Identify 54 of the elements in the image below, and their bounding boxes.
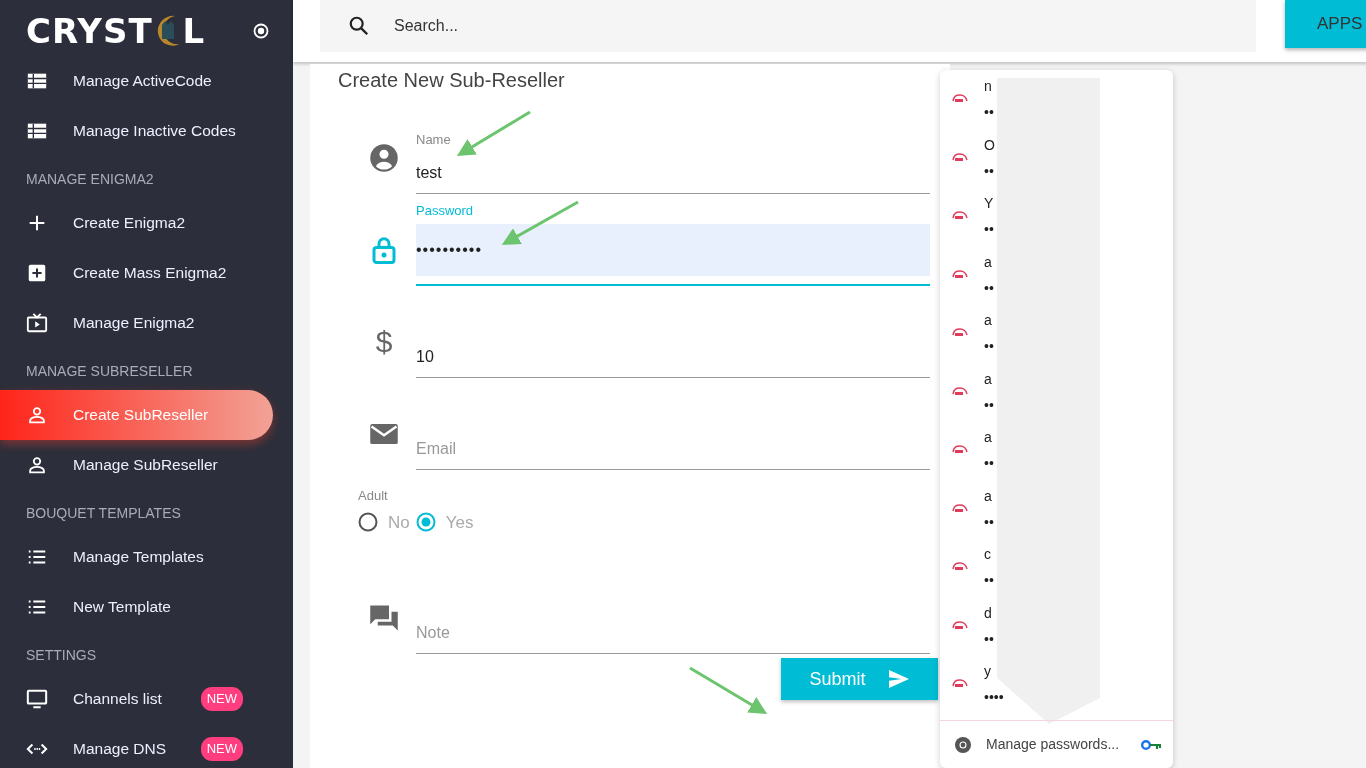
- key-icon: [1141, 738, 1164, 751]
- search-field[interactable]: Search...: [320, 0, 1256, 52]
- person-icon: [26, 454, 48, 476]
- radio-button[interactable]: [415, 512, 436, 533]
- section-heading: SETTINGS: [25, 646, 97, 665]
- site-favicon-icon: [952, 502, 968, 515]
- sidebar-item[interactable]: Manage ActiveCode: [0, 56, 273, 106]
- site-favicon-icon: [952, 268, 968, 281]
- sidebar-item[interactable]: Manage SubReseller: [0, 440, 273, 490]
- password-suggestion[interactable]: y ••••: [940, 655, 1173, 714]
- site-favicon-icon: [952, 151, 968, 164]
- apps-button[interactable]: APPS: [1285, 0, 1366, 48]
- person-icon: [26, 404, 48, 426]
- send-icon: [887, 669, 910, 689]
- section-heading: MANAGE SUBRESELLER: [25, 362, 194, 381]
- section-heading: BOUQUET TEMPLATES: [25, 504, 182, 523]
- sidebar-item[interactable]: New Template: [0, 582, 273, 632]
- new-badge: NEW: [200, 737, 243, 761]
- sidebar-item[interactable]: Manage Enigma2: [0, 298, 273, 348]
- input-field[interactable]: test: [416, 153, 930, 185]
- input-field[interactable]: ••••••••••: [416, 224, 930, 276]
- sidebar-item[interactable]: Create Mass Enigma2: [0, 248, 273, 298]
- input-field[interactable]: Email: [416, 429, 930, 461]
- search-icon: [348, 15, 370, 37]
- dollar-icon: $: [375, 326, 393, 358]
- input-field[interactable]: Note: [416, 613, 930, 645]
- sidebar-item[interactable]: Channels list NEW: [0, 674, 273, 724]
- field-label: Adult: [358, 487, 389, 505]
- plus-square-icon: [26, 262, 48, 284]
- new-badge: NEW: [200, 687, 243, 711]
- password-suggestion[interactable]: O ••: [940, 128, 1173, 187]
- radio-toggle-icon: [253, 23, 269, 39]
- form-title: Create New Sub-Reseller: [338, 68, 566, 92]
- chat-icon: [369, 603, 399, 633]
- logo-text: CRYST: [26, 11, 153, 51]
- input-field[interactable]: 10: [416, 337, 930, 369]
- sidebar-item[interactable]: Manage DNS NEW: [0, 724, 273, 768]
- logo-text: L: [182, 11, 206, 51]
- account-circle-icon: [369, 143, 399, 173]
- radio-button[interactable]: [358, 512, 378, 533]
- manage-passwords-link[interactable]: Manage passwords...: [986, 734, 1120, 755]
- site-favicon-icon: [952, 619, 968, 632]
- tv-play-icon: [26, 312, 48, 334]
- password-suggestion[interactable]: n ••: [940, 70, 1173, 129]
- sidebar-item[interactable]: Manage Inactive Codes: [0, 106, 273, 156]
- sidebar-item[interactable]: Manage Templates: [0, 532, 273, 582]
- field-label: Name: [416, 130, 452, 149]
- sidebar-item[interactable]: Create Enigma2: [0, 198, 273, 248]
- field-label: Password: [416, 201, 475, 220]
- section-heading: MANAGE ENIGMA2: [25, 170, 155, 189]
- browser-logo-icon: [954, 735, 972, 754]
- site-favicon-icon: [952, 385, 968, 398]
- monitor-icon: [26, 688, 48, 710]
- search-input[interactable]: Search...: [392, 13, 792, 39]
